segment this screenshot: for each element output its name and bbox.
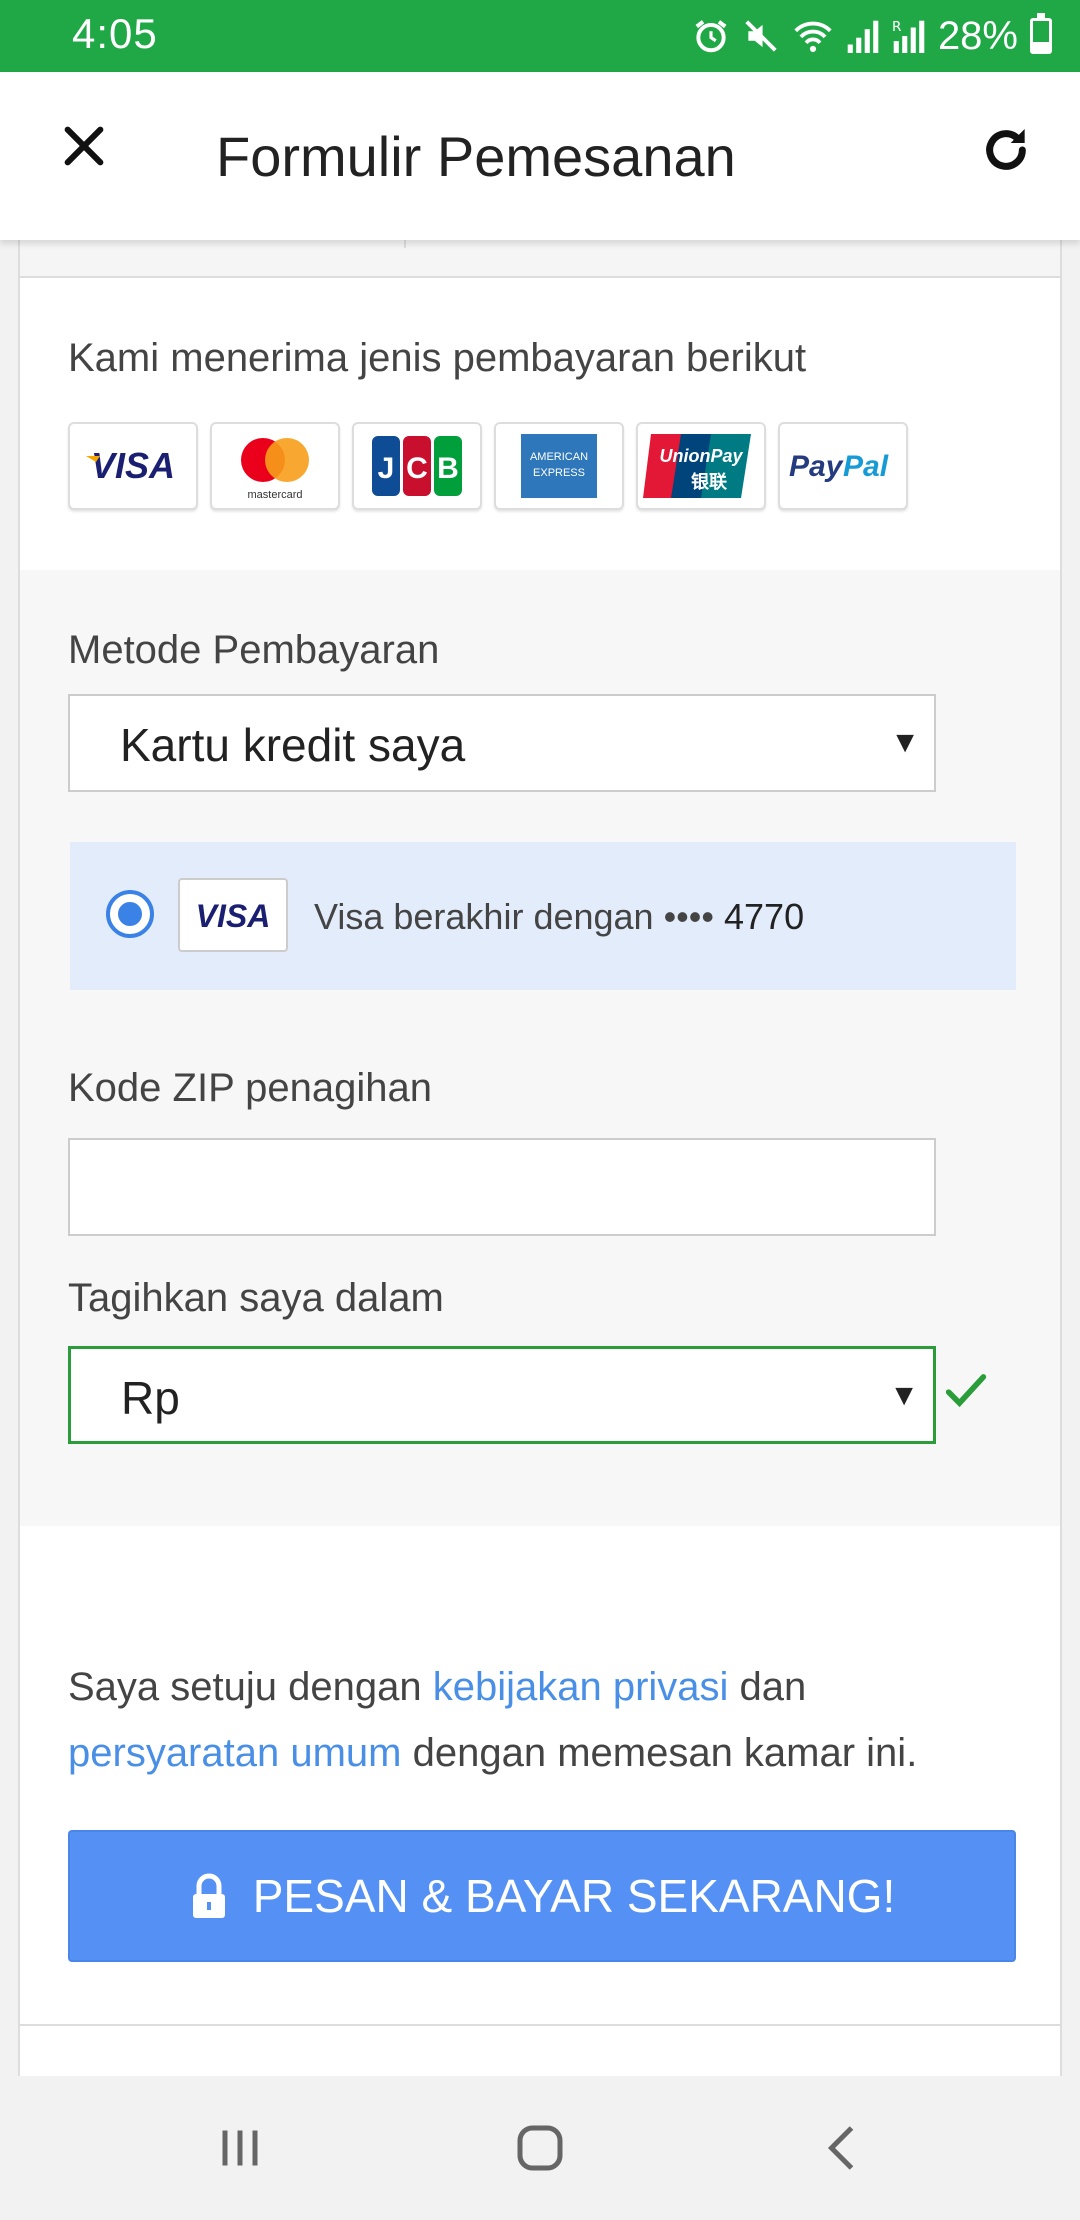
svg-text:Pal: Pal (843, 450, 889, 483)
terms-link[interactable]: persyaratan umum (68, 1731, 401, 1775)
payment-method-select[interactable]: Kartu kredit saya ▼ (68, 694, 936, 792)
visa-logo: VISA (68, 422, 198, 510)
close-icon[interactable] (56, 118, 112, 174)
wifi-icon (794, 21, 832, 53)
accepted-payments-label: Kami menerima jenis pembayaran berikut (68, 336, 807, 380)
mute-icon (745, 20, 777, 52)
book-and-pay-label: PESAN & BAYAR SEKARANG! (252, 1870, 896, 1922)
agreement-text: Saya setuju dengan (68, 1665, 433, 1709)
checkmark-icon (945, 1374, 987, 1408)
svg-text:银联: 银联 (691, 471, 727, 493)
agreement-text: dengan memesan kamar ini. (401, 1731, 918, 1775)
battery-percent: 28% (937, 13, 1018, 58)
divider (20, 2024, 1060, 2026)
home-icon[interactable] (510, 2118, 570, 2178)
svg-text:C: C (406, 452, 428, 485)
status-icons: R 28% (692, 10, 1052, 62)
dropdown-arrow-icon: ▼ (890, 726, 920, 759)
svg-text:AMERICAN: AMERICAN (530, 451, 588, 463)
currency-select[interactable]: Rp ▼ (68, 1346, 936, 1444)
privacy-policy-link[interactable]: kebijakan privasi (433, 1665, 729, 1709)
saved-card-last4: 4770 (724, 896, 805, 937)
jcb-logo: JCB (352, 422, 482, 510)
svg-text:R: R (892, 19, 902, 35)
refresh-icon[interactable] (978, 122, 1034, 178)
saved-card-description: Visa berakhir dengan •••• 4770 (314, 896, 804, 938)
page-title: Formulir Pemesanan (216, 125, 736, 188)
status-bar: 4:05 R 28% (0, 0, 1080, 72)
payment-method-value: Kartu kredit saya (120, 719, 466, 771)
saved-card-text: Visa berakhir dengan •••• (314, 896, 714, 937)
svg-text:EXPRESS: EXPRESS (533, 467, 585, 479)
status-time: 4:05 (72, 10, 158, 57)
svg-text:B: B (437, 452, 459, 485)
agreement-text: dan (728, 1665, 807, 1709)
zip-label: Kode ZIP penagihan (68, 1066, 433, 1110)
mastercard-logo: mastercard (210, 422, 340, 510)
paypal-logo: Pay Pal (778, 422, 908, 510)
payment-method-label: Metode Pembayaran (68, 628, 440, 672)
unionpay-logo: UnionPay 银联 (636, 422, 766, 510)
svg-text:VISA: VISA (91, 446, 175, 486)
back-icon[interactable] (814, 2118, 874, 2178)
dropdown-arrow-icon: ▼ (889, 1379, 919, 1412)
signal-icon (847, 20, 879, 53)
svg-text:J: J (378, 452, 395, 485)
signal-r-icon: R (892, 19, 925, 53)
saved-card-option[interactable]: VISA Visa berakhir dengan •••• 4770 (70, 842, 1016, 990)
saved-card-radio[interactable] (106, 890, 154, 938)
currency-value: Rp (121, 1372, 180, 1424)
system-nav-bar (0, 2076, 1080, 2220)
svg-text:UnionPay: UnionPay (659, 446, 743, 466)
zip-input[interactable] (68, 1138, 936, 1236)
svg-text:VISA: VISA (196, 898, 271, 934)
booking-form-card: Kami menerima jenis pembayaran berikut V… (18, 240, 1062, 2080)
currency-label: Tagihkan saya dalam (68, 1276, 444, 1320)
app-header: Formulir Pemesanan (0, 72, 1080, 240)
recent-apps-icon[interactable] (210, 2118, 270, 2178)
book-and-pay-button[interactable]: PESAN & BAYAR SEKARANG! (68, 1830, 1016, 1962)
svg-text:mastercard: mastercard (247, 489, 302, 501)
terms-agreement: Saya setuju dengan kebijakan privasi dan… (68, 1654, 1048, 1786)
alarm-icon (695, 20, 727, 53)
lock-icon (192, 1873, 225, 1918)
accepted-cards-row: VISA mastercard JCB AMERICAN EXPRESS Unio… (68, 422, 908, 510)
battery-icon (1030, 13, 1052, 54)
saved-card-visa-logo: VISA (178, 878, 288, 952)
svg-text:Pay: Pay (789, 450, 844, 483)
amex-logo: AMERICAN EXPRESS (494, 422, 624, 510)
section-divider (20, 240, 1060, 278)
